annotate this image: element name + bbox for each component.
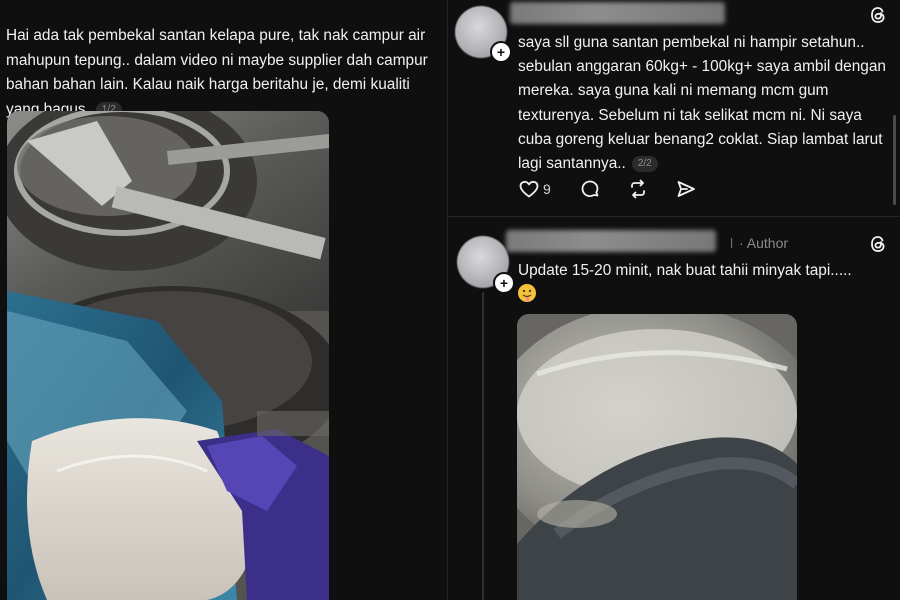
left-post-photo[interactable]	[7, 111, 329, 600]
like-button[interactable]: 9	[518, 178, 551, 205]
heart-icon	[519, 180, 539, 198]
author-update-text: Update 15-20 minit, nak buat tahii minya…	[518, 259, 894, 307]
author-post-photo[interactable]	[517, 314, 797, 600]
reply-pager: 2/2	[631, 156, 658, 173]
reply-body: saya sll guna santan pembekal ni hampir …	[518, 34, 886, 173]
author-follow-plus-icon[interactable]: +	[493, 272, 515, 294]
follow-plus-icon[interactable]: +	[490, 41, 512, 63]
reply-separator	[448, 216, 900, 217]
author-meta: l · Author	[730, 235, 788, 251]
repost-icon	[631, 179, 645, 199]
blurred-username	[510, 2, 725, 24]
coconut-milk-photo-icon	[7, 111, 329, 600]
share-button[interactable]	[675, 178, 697, 205]
author-label: · Author	[739, 235, 789, 251]
threads-logo-icon[interactable]	[868, 234, 888, 254]
reply-text: saya sll guna santan pembekal ni hampir …	[518, 31, 894, 176]
thread-connector-line	[482, 292, 484, 600]
smiling-face-emoji-icon	[518, 284, 536, 303]
left-post-body: Hai ada tak pembekal santan kelapa pure,…	[6, 27, 428, 118]
repost-button[interactable]	[627, 178, 649, 205]
left-post-text: Hai ada tak pembekal santan kelapa pure,…	[6, 24, 436, 122]
comment-button[interactable]	[579, 178, 601, 205]
column-divider	[447, 0, 448, 600]
like-count: 9	[543, 181, 551, 197]
comment-icon	[581, 180, 599, 197]
author-update-body: Update 15-20 minit, nak buat tahii minya…	[518, 262, 852, 279]
blurred-author-name	[506, 230, 716, 252]
scrollbar[interactable]	[893, 115, 896, 205]
threads-logo-icon[interactable]	[868, 5, 888, 25]
author-name-trail: l	[730, 235, 734, 251]
share-icon	[677, 181, 695, 197]
pot-closeup-photo-icon	[517, 314, 797, 600]
